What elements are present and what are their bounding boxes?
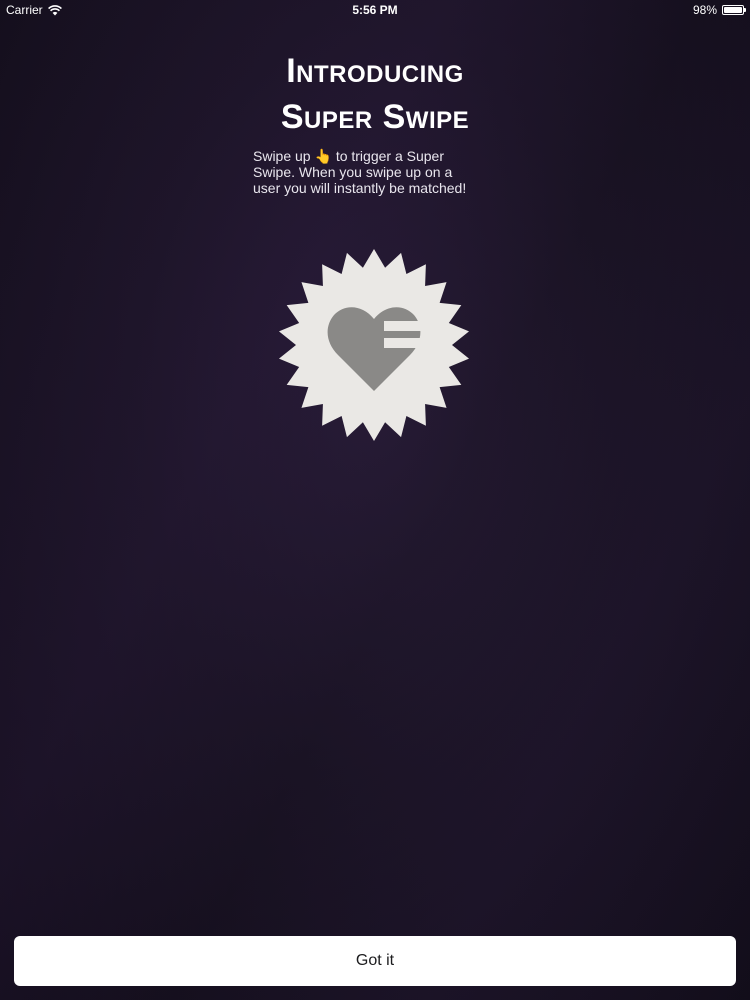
battery-icon (722, 5, 746, 15)
got-it-button[interactable]: Got it (14, 936, 736, 986)
intro-description: Swipe up 👆 to trigger a Super Swipe. Whe… (253, 148, 493, 196)
battery-percent: 98% (692, 3, 717, 17)
desc-after-emoji: to trigger a Super (335, 148, 444, 164)
pointing-up-icon: 👆 (314, 148, 332, 164)
intro-title-line1: Introducing (286, 52, 464, 90)
intro-description-line3: user you will instantly be matched! (253, 180, 467, 196)
status-bar: Carrier 5:56 PM 98% (0, 0, 750, 22)
intro-title: Introducing Super Swipe (0, 48, 750, 140)
status-right: 98% (692, 3, 746, 17)
super-swipe-badge-icon (278, 249, 470, 441)
desc-before-emoji: Swipe up (253, 148, 311, 164)
intro-description-line1: Swipe up 👆 to trigger a Super (253, 148, 493, 164)
intro-description-line2: Swipe. When you swipe up on a (253, 164, 453, 180)
battery-fill (724, 7, 742, 13)
intro-title-line2: Super Swipe (280, 98, 470, 136)
status-time: 5:56 PM (352, 3, 398, 17)
